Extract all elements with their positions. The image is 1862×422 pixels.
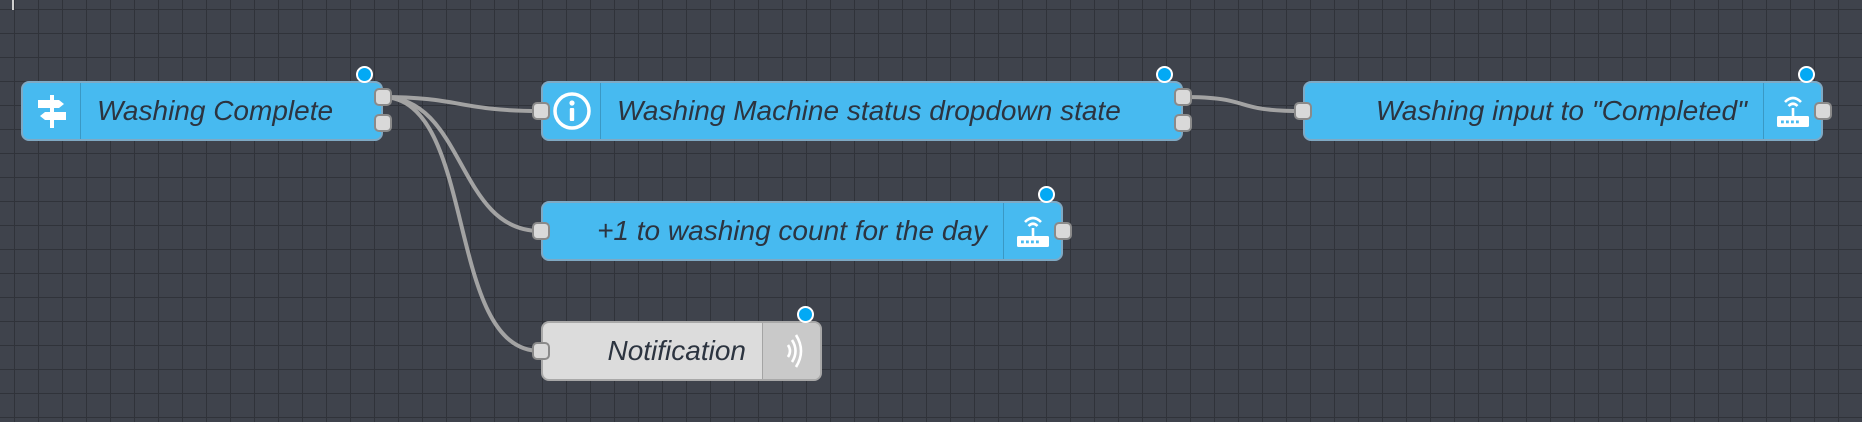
- node-label: Washing Complete: [97, 95, 334, 126]
- wire-status-dropdown-to-washing-input[interactable]: [1180, 95, 1304, 113]
- info-icon: [552, 92, 591, 130]
- node-icon-box: [23, 83, 81, 139]
- input-port[interactable]: [532, 342, 550, 360]
- node-notification[interactable]: Notification: [532, 306, 822, 381]
- output-port[interactable]: [1814, 102, 1832, 120]
- wire-washing-complete-to-status-dropdown[interactable]: [380, 95, 542, 113]
- output-port-1[interactable]: [374, 88, 392, 106]
- output-port-2[interactable]: [374, 114, 392, 132]
- sound-wave-icon: [786, 334, 802, 368]
- status-dot: [356, 66, 373, 83]
- input-port[interactable]: [1294, 102, 1312, 120]
- node-icon-box: [543, 83, 601, 139]
- node-label: +1 to washing count for the day: [597, 215, 987, 246]
- node-label: Washing input to "Completed": [1375, 95, 1747, 126]
- status-dot: [1156, 66, 1173, 83]
- node-washing-input-completed[interactable]: Washing input to "Completed": [1294, 66, 1832, 141]
- wire-washing-complete-to-notification[interactable]: [380, 95, 542, 353]
- output-port[interactable]: [1054, 222, 1072, 240]
- status-dot: [1798, 66, 1815, 83]
- status-dot: [1038, 186, 1055, 203]
- canvas-corner-mark: [12, 0, 14, 10]
- output-port-1[interactable]: [1174, 88, 1192, 106]
- node-icon-box: [1763, 83, 1821, 139]
- node-washing-complete[interactable]: Washing Complete: [21, 66, 392, 141]
- wire-washing-complete-to-washing-count[interactable]: [380, 95, 542, 233]
- node-washing-machine-status[interactable]: Washing Machine status dropdown state: [532, 66, 1192, 141]
- router-icon: [1016, 216, 1049, 247]
- router-icon: [1776, 96, 1809, 127]
- node-label: Notification: [607, 335, 746, 366]
- output-port-2[interactable]: [1174, 114, 1192, 132]
- status-dot: [797, 306, 814, 323]
- input-port[interactable]: [532, 222, 550, 240]
- input-port[interactable]: [532, 102, 550, 120]
- signpost-icon: [37, 95, 66, 128]
- node-washing-count[interactable]: +1 to washing count for the day: [532, 186, 1072, 261]
- node-label: Washing Machine status dropdown state: [617, 95, 1121, 126]
- node-icon-box: [1003, 203, 1061, 259]
- node-icon-box: [762, 323, 820, 379]
